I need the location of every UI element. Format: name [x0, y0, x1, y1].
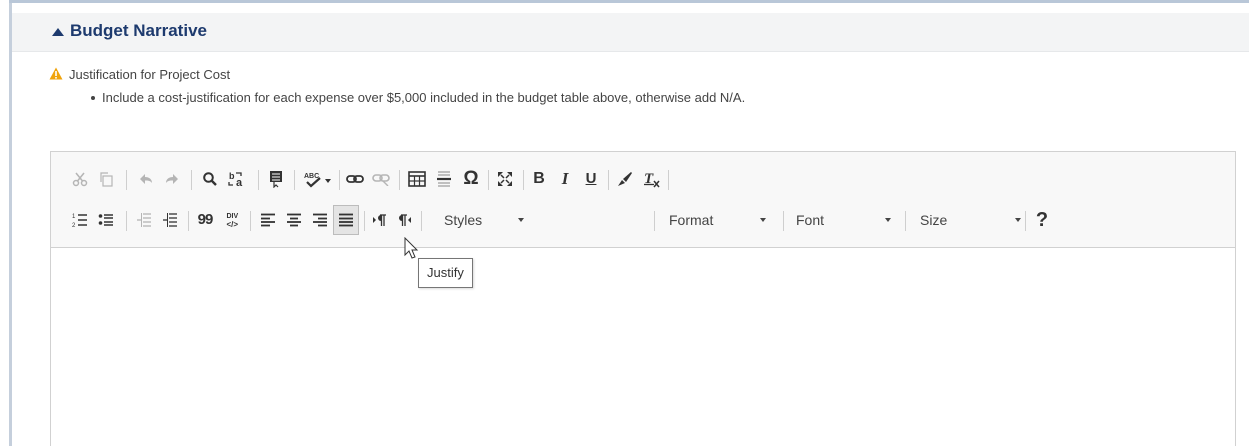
justify-tooltip: Justify — [418, 258, 473, 288]
remove-format-icon[interactable]: T — [641, 164, 663, 194]
chevron-down-icon — [518, 218, 524, 222]
separator — [399, 170, 400, 190]
chevron-down-icon — [885, 218, 891, 222]
question-instruction: Include a cost-justification for each ex… — [102, 90, 746, 105]
ltr-icon[interactable] — [369, 205, 391, 235]
find-icon[interactable] — [199, 164, 221, 194]
horizontal-line-icon[interactable] — [433, 164, 455, 194]
help-icon[interactable]: ? — [1031, 205, 1053, 235]
create-div-icon[interactable]: DIV </> — [222, 205, 244, 235]
editor-content-area[interactable] — [51, 248, 1235, 447]
styles-dropdown-label: Styles — [444, 212, 483, 228]
svg-text:b: b — [229, 171, 235, 181]
select-all-icon[interactable] — [265, 164, 287, 194]
chevron-down-icon — [1015, 218, 1021, 222]
special-char-icon[interactable]: Ω — [459, 164, 483, 194]
editor-toolbar: ba ABC Ω B I U T 1 2 99 DIV </> Styles F… — [51, 152, 1235, 248]
toolbar-row-1: ba ABC Ω B I U T — [51, 164, 1235, 194]
table-icon[interactable] — [405, 164, 429, 194]
triangle-up-icon[interactable] — [51, 26, 65, 38]
increase-indent-icon[interactable] — [159, 205, 181, 235]
styles-dropdown[interactable]: Styles — [429, 205, 529, 235]
left-border — [9, 0, 12, 446]
size-dropdown[interactable]: Size — [906, 205, 1024, 235]
rich-text-editor[interactable]: ba ABC Ω B I U T 1 2 99 DIV </> Styles F… — [50, 151, 1236, 446]
replace-icon[interactable]: ba — [225, 164, 249, 194]
align-center-icon[interactable] — [283, 205, 305, 235]
separator — [258, 170, 259, 190]
justify-icon[interactable] — [333, 205, 359, 235]
copy-format-icon[interactable] — [614, 164, 636, 194]
separator — [294, 170, 295, 190]
separator — [250, 211, 251, 231]
separator — [339, 170, 340, 190]
section-title[interactable]: Budget Narrative — [70, 19, 207, 43]
svg-text:1: 1 — [72, 214, 76, 220]
numbered-list-icon[interactable]: 12 — [69, 205, 91, 235]
rtl-icon[interactable] — [393, 205, 415, 235]
mouse-pointer-icon — [404, 237, 419, 259]
separator — [608, 170, 609, 190]
separator — [488, 170, 489, 190]
svg-text:ABC: ABC — [304, 173, 319, 180]
blockquote-icon[interactable]: 99 — [194, 205, 216, 235]
separator — [1025, 211, 1026, 231]
decrease-indent-icon[interactable] — [133, 205, 155, 235]
bullet-dot — [91, 96, 95, 100]
separator — [523, 170, 524, 190]
toolbar-row-2: 12 99 DIV </> Styles Format Font Size ? — [51, 205, 1235, 235]
align-left-icon[interactable] — [257, 205, 279, 235]
spellcheck-icon[interactable]: ABC — [301, 164, 335, 194]
svg-text:a: a — [236, 177, 243, 188]
separator — [668, 170, 669, 190]
size-dropdown-label: Size — [920, 212, 948, 228]
separator — [188, 211, 189, 231]
top-border — [9, 0, 1249, 3]
redo-icon[interactable] — [161, 164, 183, 194]
separator — [364, 211, 365, 231]
copy-icon[interactable] — [95, 164, 117, 194]
svg-text:2: 2 — [72, 223, 76, 228]
chevron-down-icon — [760, 218, 766, 222]
separator — [191, 170, 192, 190]
question-label: Justification for Project Cost — [69, 67, 231, 82]
cut-icon[interactable] — [69, 164, 91, 194]
align-right-icon[interactable] — [309, 205, 331, 235]
font-dropdown-label: Font — [796, 212, 825, 228]
bold-icon[interactable]: B — [528, 164, 550, 194]
maximize-icon[interactable] — [494, 164, 516, 194]
separator — [126, 170, 127, 190]
font-dropdown[interactable]: Font — [784, 205, 904, 235]
svg-text:DIV: DIV — [227, 213, 239, 220]
separator — [126, 211, 127, 231]
undo-icon[interactable] — [135, 164, 157, 194]
italic-icon[interactable]: I — [554, 164, 576, 194]
svg-text:</>: </> — [227, 220, 239, 229]
separator — [421, 211, 422, 231]
underline-icon[interactable]: U — [580, 164, 602, 194]
format-dropdown[interactable]: Format — [655, 205, 783, 235]
link-icon[interactable] — [344, 164, 366, 194]
unlink-icon[interactable] — [370, 164, 392, 194]
warning-triangle-icon — [49, 67, 63, 80]
format-dropdown-label: Format — [669, 212, 714, 228]
bulleted-list-icon[interactable] — [95, 205, 117, 235]
